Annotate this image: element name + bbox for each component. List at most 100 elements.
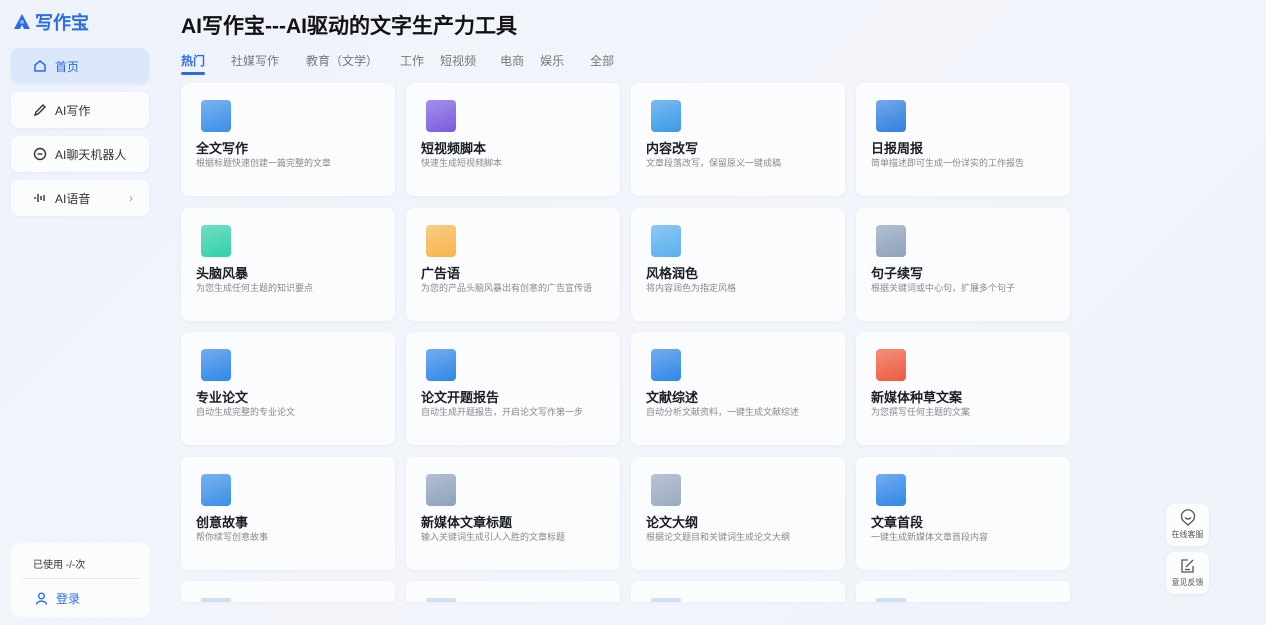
sidebar-item-label: AI语音: [55, 191, 91, 206]
tool-card[interactable]: [181, 581, 395, 602]
edit-icon: [1180, 559, 1194, 573]
chat-icon: [33, 147, 47, 161]
tool-icon: [201, 598, 231, 602]
tool-desc: 帮你续写创意故事: [196, 531, 269, 542]
tool-icon: [426, 100, 456, 132]
tab-short-video[interactable]: 短视频: [440, 52, 476, 75]
tool-card[interactable]: 文章首段 一键生成新媒体文章首段内容: [856, 456, 1070, 570]
tool-grid: 全文写作 根据标题快速创建一篇完整的文章 短视频脚本 快速生成短视频脚本 内容改…: [181, 83, 1071, 602]
tool-card[interactable]: 短视频脚本 快速生成短视频脚本: [406, 83, 620, 196]
sidebar-item-ai-writing[interactable]: AI写作: [11, 92, 149, 128]
feedback-button[interactable]: 意见反馈: [1166, 552, 1209, 594]
tool-card[interactable]: 日报周报 简单描述即可生成一份详实的工作报告: [856, 83, 1070, 196]
voice-icon: [33, 191, 47, 205]
tool-card[interactable]: [406, 581, 620, 602]
tool-icon: [426, 224, 456, 257]
tool-title: 新媒体种草文案: [871, 390, 963, 405]
tool-title: 句子续写: [871, 265, 924, 281]
tool-desc: 为您撰写任何主题的文案: [871, 407, 971, 417]
tool-title: 论文大纲: [646, 514, 699, 530]
tool-card[interactable]: 全文写作 根据标题快速创建一篇完整的文章: [181, 83, 395, 196]
user-icon: [35, 592, 48, 605]
tool-card[interactable]: 论文大纲 根据论文题目和关键词生成论文大纲: [631, 456, 845, 570]
tool-card[interactable]: 创意故事 帮你续写创意故事: [181, 456, 395, 570]
tool-desc: 根据论文题目和关键词生成论文大纲: [646, 531, 791, 542]
chevron-right-icon: ›: [129, 191, 133, 205]
tool-icon: [876, 598, 906, 602]
tool-title: 风格润色: [646, 265, 699, 281]
tool-title: 文献综述: [646, 390, 699, 405]
login-label: 登录: [56, 592, 81, 606]
tool-desc: 根据关键词或中心句，扩展多个句子: [871, 282, 1016, 293]
page-title: AI写作宝---AI驱动的文字生产力工具: [181, 15, 517, 38]
tool-title: 头脑风暴: [196, 265, 249, 281]
tool-desc: 快速生成短视频脚本: [421, 158, 503, 168]
tool-card[interactable]: 新媒体文章标题 输入关键词生成引人入胜的文章标题: [406, 456, 620, 570]
tool-title: 创意故事: [196, 514, 249, 530]
usage-panel: 已使用 -/-次 登录: [11, 543, 150, 617]
tool-icon: [651, 598, 681, 602]
tool-desc: 自动生成完整的专业论文: [196, 407, 296, 417]
tab-education[interactable]: 教育（文学）: [306, 52, 378, 75]
category-tabs: 热门 社媒写作 教育（文学） 工作 短视频 电商 娱乐 全部: [181, 52, 614, 75]
tool-desc: 简单描述即可生成一份详实的工作报告: [871, 158, 1025, 168]
tool-icon: [651, 349, 681, 381]
tab-all[interactable]: 全部: [590, 52, 614, 75]
tool-desc: 文章段落改写，保留原义一键成稿: [646, 158, 782, 168]
tool-card[interactable]: 风格润色 将内容润色为指定风格: [631, 207, 845, 321]
tool-desc: 输入关键词生成引人入胜的文章标题: [421, 531, 566, 542]
tool-card[interactable]: 专业论文 自动生成完整的专业论文: [181, 332, 395, 445]
sidebar-item-home[interactable]: 首页: [11, 48, 149, 84]
tool-desc: 一键生成新媒体文章首段内容: [871, 531, 989, 542]
service-label: 在线客服: [1171, 530, 1204, 539]
tab-ecommerce[interactable]: 电商: [500, 52, 524, 75]
sidebar-item-label: AI聊天机器人: [55, 147, 127, 162]
tool-desc: 根据标题快速创建一篇完整的文章: [196, 158, 332, 168]
tool-title: 内容改写: [646, 141, 699, 156]
tool-title: 短视频脚本: [421, 141, 487, 156]
tool-card[interactable]: [856, 581, 1070, 602]
tool-icon: [651, 100, 681, 132]
sidebar-item-label: AI写作: [55, 103, 91, 118]
tool-icon: [426, 349, 456, 381]
pen-icon: [33, 103, 47, 117]
tool-icon: [201, 100, 231, 132]
tool-icon: [426, 598, 456, 602]
tool-card[interactable]: 内容改写 文章段落改写，保留原义一键成稿: [631, 83, 845, 196]
sidebar-item-label: 首页: [55, 59, 80, 74]
sidebar-item-ai-chatbot[interactable]: AI聊天机器人: [11, 136, 149, 172]
logo[interactable]: 写作宝: [12, 9, 89, 35]
tool-title: 专业论文: [196, 390, 249, 405]
tab-social[interactable]: 社媒写作: [231, 52, 279, 75]
login-button[interactable]: 登录: [35, 590, 80, 607]
tool-title: 广告语: [421, 265, 461, 281]
tool-title: 文章首段: [871, 514, 924, 530]
tab-hot[interactable]: 热门: [181, 52, 206, 75]
tool-card[interactable]: 广告语 为您的产品头脑风暴出有创意的广告宣传语: [406, 207, 620, 321]
tool-desc: 为您的产品头脑风暴出有创意的广告宣传语: [421, 282, 593, 293]
tool-icon: [651, 473, 681, 506]
tool-card[interactable]: 句子续写 根据关键词或中心句，扩展多个句子: [856, 207, 1070, 321]
tool-card[interactable]: 文献综述 自动分析文献资料，一键生成文献综述: [631, 332, 845, 445]
tool-icon: [876, 473, 906, 506]
tool-card[interactable]: 论文开题报告 自动生成开题报告，开启论文写作第一步: [406, 332, 620, 445]
tool-desc: 自动生成开题报告，开启论文写作第一步: [421, 407, 584, 417]
tool-icon: [876, 100, 906, 132]
tool-desc: 将内容润色为指定风格: [646, 282, 737, 293]
tool-card[interactable]: 新媒体种草文案 为您撰写任何主题的文案: [856, 332, 1070, 445]
tool-icon: [876, 224, 906, 257]
tool-icon: [876, 349, 906, 381]
online-service-button[interactable]: 在线客服: [1166, 504, 1209, 546]
logo-text: 写作宝: [35, 13, 89, 33]
tool-title: 全文写作: [196, 141, 249, 156]
tool-card[interactable]: [631, 581, 845, 602]
tab-work[interactable]: 工作: [400, 52, 424, 75]
tool-desc: 自动分析文献资料，一键生成文献综述: [646, 407, 800, 417]
tool-title: 新媒体文章标题: [421, 514, 513, 530]
sidebar-item-ai-voice[interactable]: AI语音 ›: [11, 180, 149, 216]
tool-icon: [201, 473, 231, 506]
tab-entertainment[interactable]: 娱乐: [540, 52, 564, 75]
tool-icon: [201, 224, 231, 257]
tool-icon: [201, 349, 231, 381]
tool-card[interactable]: 头脑风暴 为您生成任何主题的知识要点: [181, 207, 395, 321]
